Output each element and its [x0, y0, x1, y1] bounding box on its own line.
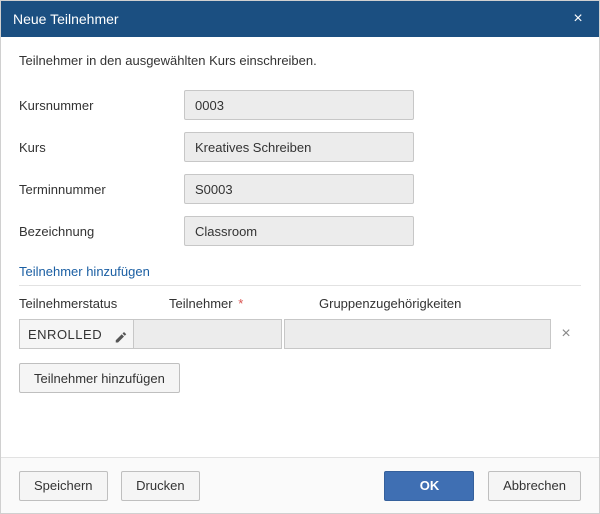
col-groups-label: Gruppenzugehörigkeiten: [319, 296, 581, 311]
status-cell[interactable]: ENROLLED: [19, 319, 134, 349]
session-number-value: S0003: [184, 174, 414, 204]
dialog-title: Neue Teilnehmer: [13, 11, 119, 27]
remove-row-icon[interactable]: ×: [551, 319, 581, 349]
field-session-number: Terminnummer S0003: [19, 174, 581, 204]
course-value: Kreatives Schreiben: [184, 132, 414, 162]
designation-value: Classroom: [184, 216, 414, 246]
field-course: Kurs Kreatives Schreiben: [19, 132, 581, 162]
intro-text: Teilnehmer in den ausgewählten Kurs eins…: [19, 53, 581, 68]
groups-cell[interactable]: [284, 319, 551, 349]
table-row: ENROLLED ×: [19, 319, 581, 349]
participants-table-header: Teilnehmerstatus Teilnehmer * Gruppenzug…: [19, 296, 581, 311]
col-participant-text: Teilnehmer: [169, 296, 233, 311]
course-number-label: Kursnummer: [19, 98, 184, 113]
section-title: Teilnehmer hinzufügen: [19, 264, 581, 279]
field-designation: Bezeichnung Classroom: [19, 216, 581, 246]
close-icon[interactable]: ×: [569, 10, 587, 28]
participant-cell[interactable]: [134, 319, 282, 349]
ok-button[interactable]: OK: [384, 471, 474, 501]
save-button[interactable]: Speichern: [19, 471, 108, 501]
col-participant-label: Teilnehmer *: [169, 296, 319, 311]
dialog-content: Teilnehmer in den ausgewählten Kurs eins…: [1, 37, 599, 457]
new-participants-dialog: Neue Teilnehmer × Teilnehmer in den ausg…: [0, 0, 600, 514]
course-label: Kurs: [19, 140, 184, 155]
dialog-footer: Speichern Drucken OK Abbrechen: [1, 457, 599, 513]
pencil-icon: [115, 332, 127, 344]
required-asterisk: *: [238, 296, 243, 311]
field-course-number: Kursnummer 0003: [19, 90, 581, 120]
divider: [19, 285, 581, 286]
cancel-button[interactable]: Abbrechen: [488, 471, 581, 501]
titlebar: Neue Teilnehmer ×: [1, 1, 599, 37]
col-status-label: Teilnehmerstatus: [19, 296, 169, 311]
add-participant-button[interactable]: Teilnehmer hinzufügen: [19, 363, 180, 393]
designation-label: Bezeichnung: [19, 224, 184, 239]
session-number-label: Terminnummer: [19, 182, 184, 197]
status-value: ENROLLED: [28, 327, 102, 342]
print-button[interactable]: Drucken: [121, 471, 199, 501]
course-number-value: 0003: [184, 90, 414, 120]
